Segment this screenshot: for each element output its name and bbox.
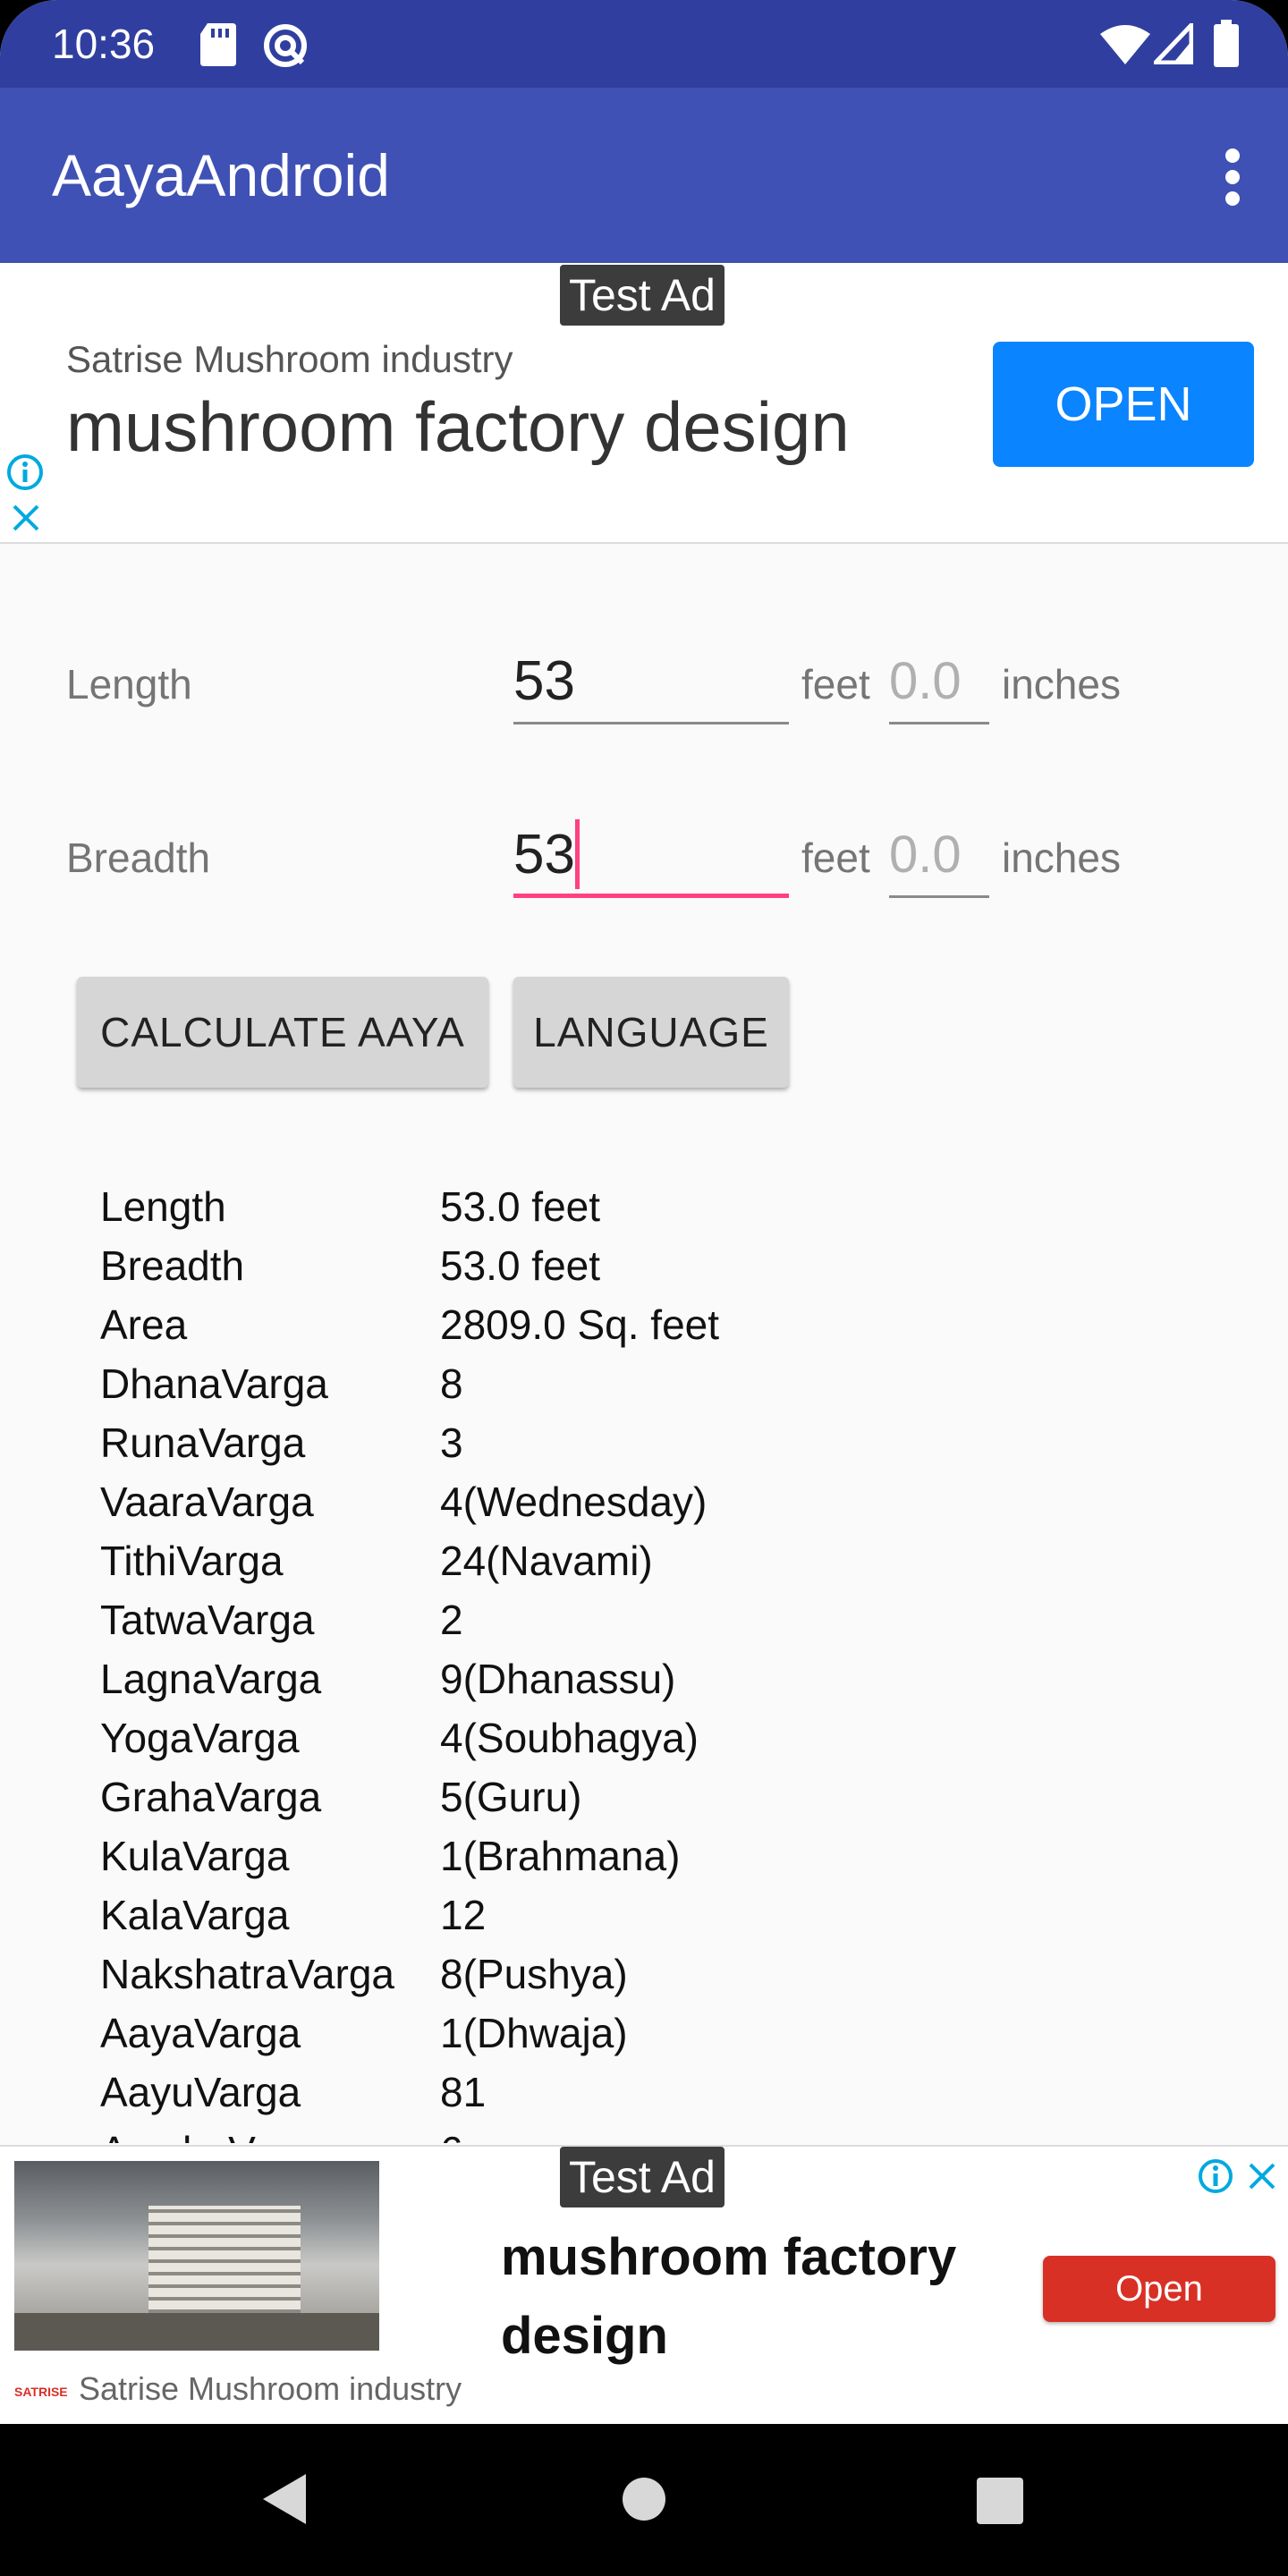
overflow-menu-icon[interactable]	[1209, 141, 1256, 213]
breadth-inches-input[interactable]: 0.0	[889, 823, 989, 898]
result-row: VaaraVarga 4(Wednesday)	[100, 1472, 1263, 1531]
result-row: KulaVarga 1(Brahmana)	[100, 1826, 1263, 1885]
result-row: Breadth 53.0 feet	[100, 1236, 1263, 1295]
result-key: AmshaVarga	[100, 2122, 440, 2143]
length-inches-input[interactable]: 0.0	[889, 649, 989, 724]
result-value: 3	[440, 1419, 463, 1466]
breadth-feet-input[interactable]: 53	[513, 819, 789, 898]
recents-icon[interactable]	[977, 2478, 1023, 2524]
result-key: NakshatraVarga	[100, 1951, 394, 1997]
results-list: Length 53.0 feet Breadth 53.0 feet Area 2809.…	[100, 1177, 1263, 2143]
result-row: LagnaVarga 9(Dhanassu)	[100, 1649, 1263, 1708]
breadth-label: Breadth	[66, 835, 211, 881]
breadth-feet-value: 53	[513, 824, 575, 886]
navigation-bar	[0, 2424, 1288, 2576]
length-feet-input[interactable]: 53	[513, 649, 789, 724]
result-key: RunaVarga	[100, 1419, 306, 1466]
result-key: KulaVarga	[100, 1833, 290, 1879]
result-row: KalaVarga 12	[100, 1885, 1263, 1945]
result-row: DhanaVarga 8	[100, 1354, 1263, 1413]
result-value: 4(Soubhagya)	[440, 1715, 699, 1761]
result-row: AayuVarga 81	[100, 2063, 1263, 2122]
result-row: AayaVarga 1(Dhwaja)	[100, 2004, 1263, 2063]
phone-screen: 10:36 AayaAndroid Test Ad Satrise Mushro…	[0, 0, 1288, 2576]
sd-card-icon	[200, 23, 236, 66]
wifi-icon	[1100, 25, 1150, 64]
result-key: VaaraVarga	[100, 1479, 314, 1525]
ad-close-icon[interactable]	[1245, 2159, 1279, 2193]
result-key: TithiVarga	[100, 1538, 284, 1584]
result-value: 6	[440, 2122, 463, 2143]
result-value: 2	[440, 1597, 463, 1643]
length-feet-unit: feet	[801, 661, 870, 708]
result-key: Length	[100, 1183, 226, 1230]
result-value: 53.0 feet	[440, 1183, 601, 1230]
length-inches-unit: inches	[1002, 661, 1121, 708]
result-value: 9(Dhanassu)	[440, 1656, 676, 1702]
result-key: DhanaVarga	[100, 1360, 328, 1407]
result-value: 4(Wednesday)	[440, 1479, 708, 1525]
result-key: AayaVarga	[100, 2010, 301, 2056]
bottom-ad-banner[interactable]: Test Ad mushroom factory design Open SAT…	[0, 2145, 1288, 2424]
status-bar: 10:36	[0, 0, 1288, 88]
top-ad-banner[interactable]: Test Ad Satrise Mushroom industry mushro…	[0, 263, 1288, 544]
result-row: Length 53.0 feet	[100, 1177, 1263, 1236]
result-value: 53.0 feet	[440, 1242, 601, 1289]
result-value: 1(Dhwaja)	[440, 2010, 628, 2056]
result-row: GrahaVarga 5(Guru)	[100, 1767, 1263, 1826]
ad-close-icon[interactable]	[9, 501, 43, 535]
result-row: RunaVarga 3	[100, 1413, 1263, 1472]
ad-headline: mushroom factory design	[66, 387, 850, 466]
calculate-aaya-button[interactable]: CALCULATE AAYA	[77, 977, 488, 1088]
ad-image-rack	[148, 2206, 301, 2322]
result-row: NakshatraVarga 8(Pushya)	[100, 1945, 1263, 2004]
result-key: GrahaVarga	[100, 1774, 322, 1820]
ad-info-icon[interactable]	[5, 453, 45, 492]
ad-image	[14, 2161, 379, 2351]
result-key: AayuVarga	[100, 2069, 301, 2115]
status-time: 10:36	[52, 21, 156, 67]
home-icon[interactable]	[623, 2478, 665, 2521]
ad-info-icon[interactable]	[1197, 2157, 1234, 2195]
ad-headline: mushroom factory design	[501, 2228, 957, 2365]
test-ad-tag: Test Ad	[560, 265, 724, 326]
result-value: 8(Pushya)	[440, 1951, 628, 1997]
app-bar: AayaAndroid	[0, 88, 1288, 263]
ad-open-button[interactable]: OPEN	[993, 342, 1254, 467]
length-label: Length	[66, 661, 192, 708]
result-key: KalaVarga	[100, 1892, 290, 1938]
result-key: Breadth	[100, 1242, 245, 1289]
ad-logo: SATRISE	[14, 2385, 68, 2399]
result-row: TatwaVarga 2	[100, 1590, 1263, 1649]
ad-open-button[interactable]: Open	[1043, 2256, 1275, 2322]
language-button[interactable]: LANGUAGE	[513, 977, 789, 1088]
breadth-inches-unit: inches	[1002, 835, 1121, 881]
result-key: TatwaVarga	[100, 1597, 315, 1643]
result-row: YogaVarga 4(Soubhagya)	[100, 1708, 1263, 1767]
result-value: 8	[440, 1360, 463, 1407]
result-row: AmshaVarga6	[100, 2122, 1263, 2143]
result-value: 24(Navami)	[440, 1538, 653, 1584]
result-key: YogaVarga	[100, 1715, 300, 1761]
app-title: AayaAndroid	[52, 142, 390, 208]
result-value: 2809.0 Sq. feet	[440, 1301, 720, 1348]
result-key: LagnaVarga	[100, 1656, 322, 1702]
data-saver-icon	[264, 24, 307, 67]
result-value: 12	[440, 1892, 487, 1938]
back-icon[interactable]	[259, 2470, 309, 2528]
result-value: 1(Brahmana)	[440, 1833, 681, 1879]
ad-advertiser: Satrise Mushroom industry	[66, 338, 513, 380]
result-row: Area 2809.0 Sq. feet	[100, 1295, 1263, 1354]
ad-advertiser: Satrise Mushroom industry	[79, 2370, 462, 2407]
result-key: Area	[100, 1301, 188, 1348]
result-row: TithiVarga 24(Navami)	[100, 1531, 1263, 1590]
test-ad-tag: Test Ad	[560, 2147, 724, 2207]
breadth-feet-unit: feet	[801, 835, 870, 881]
ad-image-floor	[14, 2313, 379, 2351]
text-cursor	[574, 819, 580, 889]
battery-icon	[1214, 20, 1239, 67]
result-value: 81	[440, 2069, 487, 2115]
cellular-signal-icon	[1154, 23, 1193, 64]
result-value: 5(Guru)	[440, 1774, 582, 1820]
